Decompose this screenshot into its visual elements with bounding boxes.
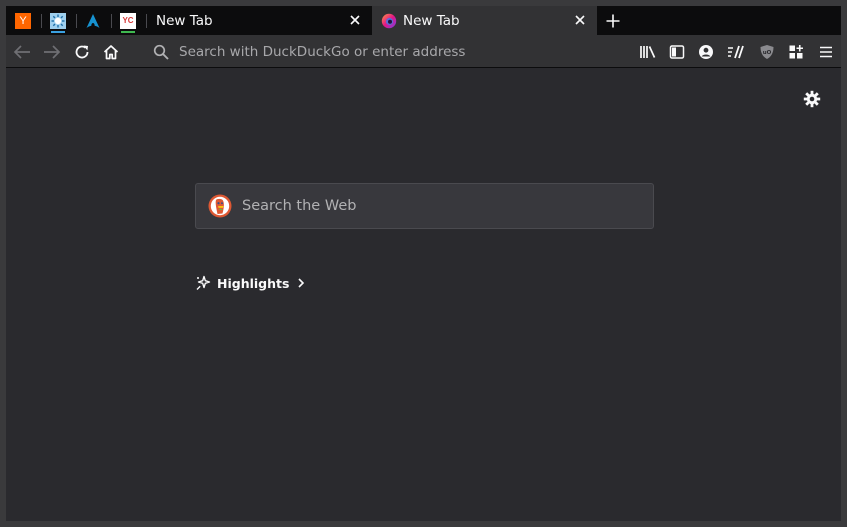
tab-title: New Tab	[156, 12, 213, 29]
close-icon[interactable]	[348, 13, 362, 27]
tab-strip: Y YC New Tab New Tab	[6, 6, 841, 35]
ublock-icon[interactable]: uO	[755, 40, 779, 64]
pinned-tab-indicator	[51, 31, 65, 33]
chevron-right-icon	[297, 278, 305, 288]
url-input[interactable]	[179, 43, 619, 60]
search-icon	[153, 44, 169, 60]
navigation-toolbar: uO	[6, 35, 841, 68]
url-bar[interactable]	[149, 39, 629, 64]
pinned-tab-indicator	[121, 31, 135, 33]
arch-linux-icon	[86, 13, 100, 28]
sidebar-icon[interactable]	[665, 40, 689, 64]
close-icon[interactable]	[573, 13, 587, 27]
svg-text:uO: uO	[763, 50, 772, 56]
forward-arrow-icon[interactable]	[40, 40, 64, 64]
menu-icon[interactable]	[814, 40, 838, 64]
firefox-icon	[381, 13, 397, 28]
gear-sun-icon	[50, 12, 66, 29]
web-search-input[interactable]	[242, 198, 632, 214]
pinned-tab-2[interactable]	[41, 6, 75, 35]
duckduckgo-icon	[208, 194, 232, 218]
back-arrow-icon[interactable]	[10, 40, 34, 64]
new-tab-page: Highlights	[6, 68, 841, 521]
yc-icon: YC	[120, 12, 136, 29]
browser-window: Y YC New Tab New Tab Search with DuckDuc…	[6, 6, 841, 521]
tab-new-tab-active[interactable]: New Tab	[372, 6, 597, 35]
pinned-tab-arch[interactable]	[76, 6, 110, 35]
web-search-box[interactable]	[195, 183, 654, 229]
extensions-icon[interactable]	[784, 40, 808, 64]
tab-new-tab-1[interactable]: New Tab	[146, 6, 372, 35]
highlights-label: Highlights	[217, 275, 290, 291]
pinned-tab-hacker-news[interactable]: Y	[6, 6, 40, 35]
sparkle-icon	[196, 275, 211, 290]
library-icon[interactable]	[636, 40, 660, 64]
account-icon[interactable]	[694, 40, 718, 64]
tab-title: New Tab	[403, 12, 460, 29]
y-combinator-icon: Y	[15, 12, 31, 29]
highlights-section-toggle[interactable]: Highlights	[195, 273, 305, 293]
synced-tabs-icon[interactable]	[724, 40, 748, 64]
plus-icon[interactable]	[603, 11, 623, 31]
home-icon[interactable]	[99, 40, 123, 64]
pinned-tab-yc[interactable]: YC	[111, 6, 145, 35]
gear-icon[interactable]	[802, 89, 822, 109]
reload-icon[interactable]	[70, 40, 94, 64]
